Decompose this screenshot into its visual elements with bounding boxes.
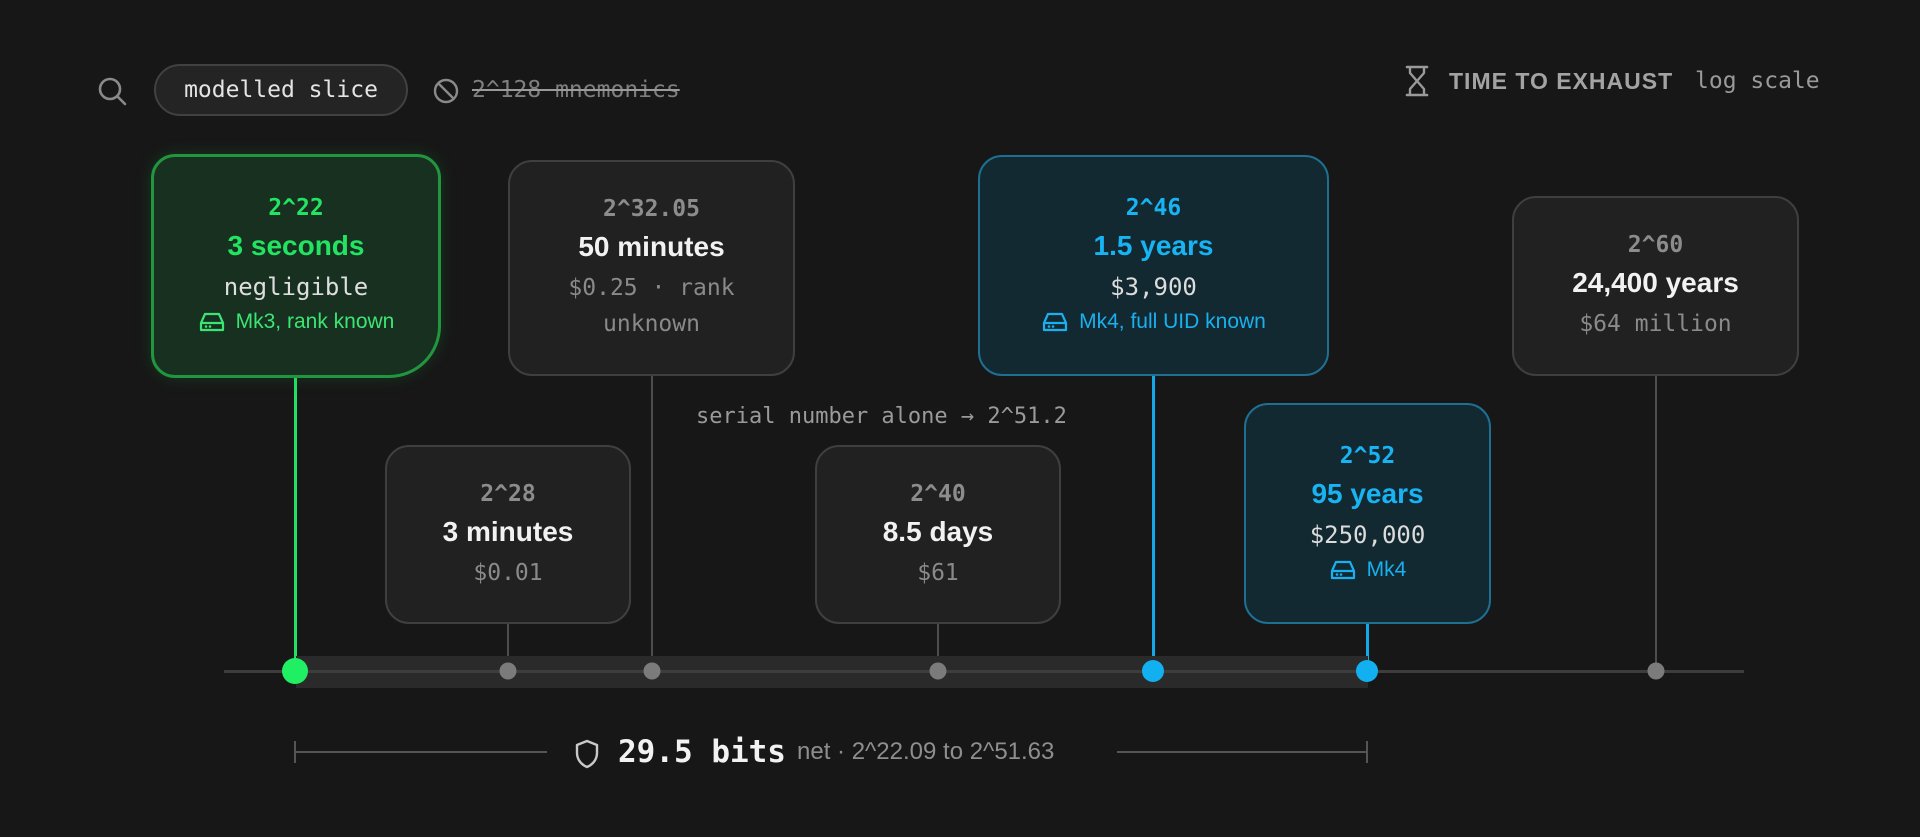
net-bits-value: 29.5 bits [618, 734, 786, 770]
milestone-cost: $3,900 [1110, 272, 1197, 301]
milestone-card-2-22[interactable]: 2^22 3 seconds negligible Mk3, rank know… [151, 154, 441, 378]
milestone-exponent: 2^22 [268, 195, 324, 221]
milestone-cost: $64 million [1579, 311, 1732, 337]
milestone-exponent: 2^60 [1627, 232, 1684, 258]
milestone-exponent: 2^32.05 [603, 196, 700, 222]
hard-drive-icon [199, 312, 224, 332]
shield-icon [575, 739, 599, 769]
milestone-exponent: 2^28 [480, 480, 536, 507]
milestone-card-2-32[interactable]: 2^32.05 50 minutes $0.25 · rank unknown [508, 160, 795, 376]
milestone-exponent: 2^46 [1125, 194, 1182, 221]
milestone-exponent: 2^40 [910, 480, 966, 507]
stem-2-46 [1152, 376, 1155, 672]
net-range-note: net · 2^22.09 to 2^51.63 [797, 738, 1055, 765]
milestone-card-2-28[interactable]: 2^28 3 minutes $0.01 [385, 445, 631, 624]
milestone-device: Mk4, full UID known [1041, 305, 1266, 339]
stem-2-22 [294, 376, 297, 672]
marker-2-28[interactable] [499, 662, 517, 680]
milestone-card-2-46[interactable]: 2^46 1.5 years $3,900 Mk4, full UID know… [978, 155, 1329, 376]
milestone-cost: $61 [917, 559, 959, 586]
range-bracket-end [1366, 741, 1368, 763]
milestone-card-2-40[interactable]: 2^40 8.5 days $61 [815, 445, 1061, 624]
marker-2-32[interactable] [643, 662, 661, 680]
milestone-duration: 8.5 days [882, 515, 994, 547]
milestone-duration: 95 years [1311, 477, 1424, 509]
hard-drive-icon [1330, 560, 1355, 579]
scale-label: log scale [1695, 68, 1820, 94]
marker-2-46[interactable] [1142, 660, 1164, 682]
milestone-cost: $0.25 · rank unknown [568, 275, 735, 337]
milestone-cost: negligible [223, 273, 369, 301]
marker-2-52[interactable] [1356, 660, 1378, 682]
milestone-device: Mk3, rank known [198, 305, 394, 339]
milestone-device: Mk4 [1329, 553, 1406, 587]
marker-2-22[interactable] [282, 658, 308, 684]
milestone-duration: 24,400 years [1572, 267, 1739, 298]
marker-2-40[interactable] [929, 662, 947, 680]
stem-2-60 [1655, 376, 1657, 672]
range-bracket-left [295, 751, 547, 753]
milestone-exponent: 2^52 [1339, 442, 1396, 469]
search-icon[interactable] [97, 76, 127, 106]
excluded-range-label: 2^128 mnemonics [472, 77, 680, 103]
range-bracket-right [1117, 751, 1367, 753]
milestone-card-2-60[interactable]: 2^60 24,400 years $64 million [1512, 196, 1799, 376]
timeline-axis [224, 670, 1744, 673]
milestone-duration: 3 minutes [442, 515, 574, 547]
scope-chip[interactable]: modelled slice [154, 64, 408, 116]
stem-2-32 [651, 376, 653, 672]
milestone-duration: 1.5 years [1093, 229, 1214, 261]
milestone-duration: 3 seconds [227, 230, 365, 261]
hourglass-icon [1405, 65, 1429, 97]
milestone-cost: $0.01 [473, 559, 543, 586]
chart-title: TIME TO EXHAUST [1449, 68, 1674, 94]
milestone-card-2-52[interactable]: 2^52 95 years $250,000 Mk4 [1244, 403, 1491, 624]
milestone-duration: 50 minutes [578, 231, 725, 262]
milestone-cost: $250,000 [1309, 520, 1426, 549]
hard-drive-icon [1043, 312, 1068, 331]
ban-icon [433, 78, 459, 104]
marker-2-60[interactable] [1647, 662, 1665, 680]
serial-number-annotation: serial number alone → 2^51.2 [696, 404, 1067, 429]
